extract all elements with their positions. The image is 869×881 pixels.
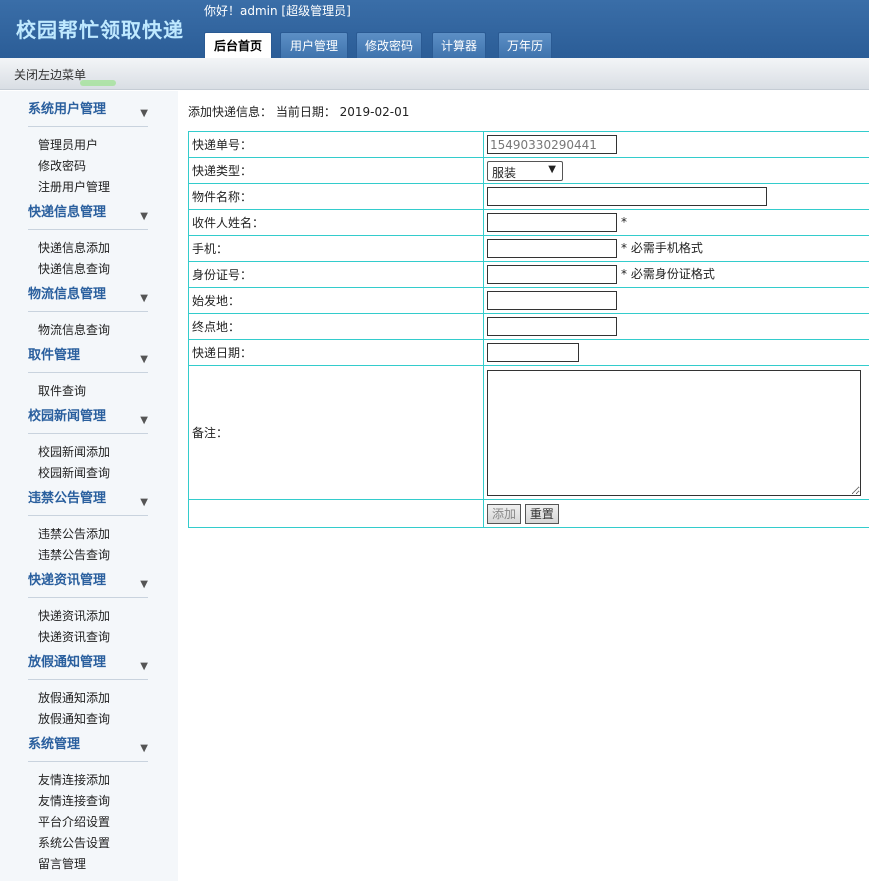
tab-calendar[interactable]: 万年历	[498, 32, 552, 58]
sidebar-item-holiday-query[interactable]: 放假通知查询	[38, 709, 148, 730]
form-row-tracking: 快递单号：	[188, 131, 869, 158]
sidebar-item-news-query[interactable]: 校园新闻查询	[38, 463, 148, 484]
triangle-down-icon: ▼	[140, 108, 148, 119]
form-row-remark: 备注：	[188, 365, 869, 500]
menu-group-holiday-notice: 放假通知管理 ▼ 放假通知添加 放假通知查询	[28, 654, 148, 730]
triangle-down-icon: ▼	[140, 415, 148, 426]
item-name-field[interactable]	[487, 187, 767, 206]
sidebar-item-notice-settings[interactable]: 系统公告设置	[38, 833, 148, 854]
sidebar-item-registered-users[interactable]: 注册用户管理	[38, 177, 148, 198]
form-row-item: 物件名称：	[188, 183, 869, 210]
tab-change-password[interactable]: 修改密码	[356, 32, 422, 58]
idcard-field[interactable]	[487, 265, 617, 284]
menu-group-logistics: 物流信息管理 ▼ 物流信息查询	[28, 286, 148, 341]
required-hint: *	[621, 215, 627, 229]
form-row-actions: 添加 重置	[188, 499, 869, 528]
express-type-value: 服装	[492, 165, 517, 180]
idcard-format-hint: * 必需身份证格式	[621, 267, 715, 281]
form-row-recipient: 收件人姓名： *	[188, 209, 869, 236]
menu-group-title[interactable]: 校园新闻管理 ▼	[28, 408, 148, 434]
sidebar-item-holiday-add[interactable]: 放假通知添加	[38, 688, 148, 709]
origin-label: 始发地：	[188, 287, 484, 314]
user-greeting: 你好！admin [超级管理员]	[204, 4, 351, 18]
triangle-down-icon: ▼	[140, 211, 148, 222]
dropdown-arrow-icon: ▼	[548, 163, 556, 175]
sidebar-item-prohibited-add[interactable]: 违禁公告添加	[38, 524, 148, 545]
sidebar-item-express-add[interactable]: 快递信息添加	[38, 238, 148, 259]
triangle-down-icon: ▼	[140, 354, 148, 365]
sidebar-item-admin-users[interactable]: 管理员用户	[38, 135, 148, 156]
menu-group-title[interactable]: 取件管理 ▼	[28, 347, 148, 373]
highlight-mark	[80, 80, 116, 86]
left-sidebar: 系统用户管理 ▼ 管理员用户 修改密码 注册用户管理 快递信息管理 ▼ 快递信息添加…	[0, 91, 178, 881]
recipient-name-field[interactable]	[487, 213, 617, 232]
form-row-type: 快递类型： 服装 ▼	[188, 157, 869, 184]
destination-field[interactable]	[487, 317, 617, 336]
menu-group-title[interactable]: 快递信息管理 ▼	[28, 204, 148, 230]
tab-user-management[interactable]: 用户管理	[280, 32, 348, 58]
date-label: 快递日期：	[188, 339, 484, 366]
form-row-idcard: 身份证号： * 必需身份证格式	[188, 261, 869, 288]
top-header: 校园帮忙领取快递 你好！admin [超级管理员] 后台首页 用户管理 修改密码…	[0, 0, 869, 58]
idcard-label: 身份证号：	[188, 261, 484, 288]
tab-calculator[interactable]: 计算器	[432, 32, 486, 58]
menu-group-title[interactable]: 放假通知管理 ▼	[28, 654, 148, 680]
sidebar-item-pickup-query[interactable]: 取件查询	[38, 381, 148, 402]
remark-textarea[interactable]	[487, 369, 861, 496]
tracking-number-field[interactable]	[487, 135, 617, 154]
menu-group-pickup: 取件管理 ▼ 取件查询	[28, 347, 148, 402]
phone-label: 手机：	[188, 235, 484, 262]
menu-group-prohibited-notice: 违禁公告管理 ▼ 违禁公告添加 违禁公告查询	[28, 490, 148, 566]
tracking-label: 快递单号：	[188, 131, 484, 158]
form-row-date: 快递日期：	[188, 339, 869, 366]
triangle-down-icon: ▼	[140, 661, 148, 672]
form-row-origin: 始发地：	[188, 287, 869, 314]
add-button[interactable]: 添加	[487, 503, 522, 524]
triangle-down-icon: ▼	[140, 293, 148, 304]
phone-format-hint: * 必需手机格式	[621, 241, 703, 255]
sidebar-item-link-add[interactable]: 友情连接添加	[38, 770, 148, 791]
triangle-down-icon: ▼	[140, 497, 148, 508]
origin-field[interactable]	[487, 291, 617, 310]
sidebar-item-express-query[interactable]: 快递信息查询	[38, 259, 148, 280]
form-row-destination: 终点地：	[188, 313, 869, 340]
reset-button[interactable]: 重置	[524, 503, 559, 524]
close-left-menu-link[interactable]: 关闭左边菜单	[14, 66, 86, 83]
page-title: 添加快递信息： 当前日期： 2019-02-01	[188, 105, 410, 119]
express-add-form: 快递单号： 快递类型： 服装 ▼ 物件名称： 收件人姓名： * 手机： * 必需…	[188, 131, 869, 528]
menu-group-system: 系统管理 ▼ 友情连接添加 友情连接查询 平台介绍设置 系统公告设置 留言管理	[28, 736, 148, 875]
express-date-field[interactable]	[487, 343, 579, 362]
sidebar-item-change-password[interactable]: 修改密码	[38, 156, 148, 177]
destination-label: 终点地：	[188, 313, 484, 340]
recipient-label: 收件人姓名：	[188, 209, 484, 236]
menu-group-title[interactable]: 系统用户管理 ▼	[28, 101, 148, 127]
phone-field[interactable]	[487, 239, 617, 258]
sidebar-item-prohibited-query[interactable]: 违禁公告查询	[38, 545, 148, 566]
triangle-down-icon: ▼	[140, 579, 148, 590]
triangle-down-icon: ▼	[140, 743, 148, 754]
type-label: 快递类型：	[188, 157, 484, 184]
menu-group-system-users: 系统用户管理 ▼ 管理员用户 修改密码 注册用户管理	[28, 101, 148, 198]
menu-group-express-news: 快递资讯管理 ▼ 快递资讯添加 快递资讯查询	[28, 572, 148, 648]
sidebar-item-express-news-add[interactable]: 快递资讯添加	[38, 606, 148, 627]
menu-group-title[interactable]: 物流信息管理 ▼	[28, 286, 148, 312]
menu-group-campus-news: 校园新闻管理 ▼ 校园新闻添加 校园新闻查询	[28, 408, 148, 484]
tab-dashboard[interactable]: 后台首页	[204, 32, 272, 58]
sidebar-item-intro-settings[interactable]: 平台介绍设置	[38, 812, 148, 833]
form-row-phone: 手机： * 必需手机格式	[188, 235, 869, 262]
sidebar-item-logistics-query[interactable]: 物流信息查询	[38, 320, 148, 341]
item-name-label: 物件名称：	[188, 183, 484, 210]
menu-group-title[interactable]: 系统管理 ▼	[28, 736, 148, 762]
sidebar-item-news-add[interactable]: 校园新闻添加	[38, 442, 148, 463]
menu-group-title[interactable]: 违禁公告管理 ▼	[28, 490, 148, 516]
sidebar-item-link-query[interactable]: 友情连接查询	[38, 791, 148, 812]
express-type-select[interactable]: 服装 ▼	[487, 160, 563, 181]
remark-label: 备注：	[188, 365, 484, 500]
sidebar-item-express-news-query[interactable]: 快递资讯查询	[38, 627, 148, 648]
sidebar-item-messages[interactable]: 留言管理	[38, 854, 148, 875]
app-title: 校园帮忙领取快递	[16, 18, 184, 42]
menu-group-title[interactable]: 快递资讯管理 ▼	[28, 572, 148, 598]
menu-group-express-info: 快递信息管理 ▼ 快递信息添加 快递信息查询	[28, 204, 148, 280]
sub-toolbar: 关闭左边菜单	[0, 58, 869, 90]
